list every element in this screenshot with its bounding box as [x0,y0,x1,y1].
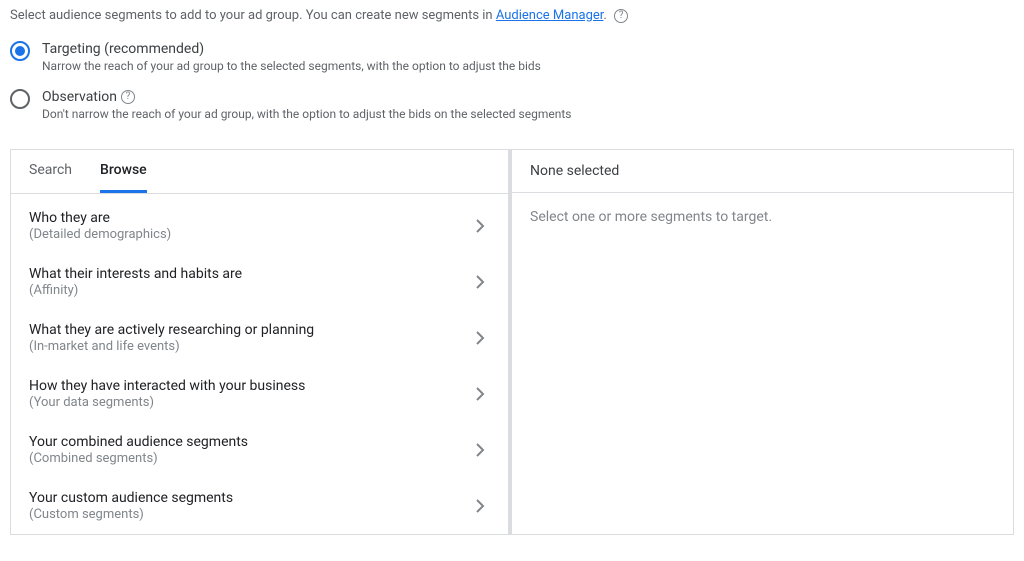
radio-observation-label: Observation [42,89,117,105]
category-item[interactable]: How they have interacted with your busin… [11,366,508,422]
category-subtitle: (Custom segments) [29,507,470,522]
selection-header: None selected [512,150,1013,193]
tabs: Search Browse [11,150,508,194]
help-icon[interactable]: ? [121,90,135,104]
chevron-right-icon [470,328,490,348]
category-item[interactable]: What their interests and habits are(Affi… [11,254,508,310]
radio-button-icon [10,41,30,61]
category-title: Who they are [29,210,470,226]
chevron-right-icon [470,384,490,404]
category-item[interactable]: Who they are(Detailed demographics) [11,198,508,254]
chevron-right-icon [470,216,490,236]
category-item[interactable]: Your custom audience segments(Custom seg… [11,478,508,534]
category-title: What their interests and habits are [29,266,470,282]
radio-button-icon [10,89,30,109]
radio-observation-description: Don't narrow the reach of your ad group,… [42,107,1014,121]
radio-observation[interactable]: Observation ? Don't narrow the reach of … [10,89,1014,121]
chevron-right-icon [470,440,490,460]
category-title: Your custom audience segments [29,490,470,506]
category-subtitle: (Detailed demographics) [29,227,470,242]
audience-manager-link[interactable]: Audience Manager [496,8,604,23]
radio-targeting[interactable]: Targeting (recommended) Narrow the reach… [10,41,1014,73]
category-item[interactable]: Your combined audience segments(Combined… [11,422,508,478]
help-icon[interactable]: ? [614,9,628,23]
segment-browser: Search Browse Who they are(Detailed demo… [11,150,512,534]
selection-body: Select one or more segments to target. [512,193,1013,241]
category-subtitle: (Affinity) [29,283,470,298]
selection-panel: None selected Select one or more segment… [512,150,1013,534]
radio-targeting-description: Narrow the reach of your ad group to the… [42,59,1014,73]
intro-text: Select audience segments to add to your … [0,0,1024,37]
category-title: How they have interacted with your busin… [29,378,470,394]
intro-suffix: . [603,8,606,23]
chevron-right-icon [470,272,490,292]
segment-panel: Search Browse Who they are(Detailed demo… [10,149,1014,535]
category-list: Who they are(Detailed demographics)What … [11,198,508,534]
tab-search[interactable]: Search [29,150,72,193]
category-subtitle: (In-market and life events) [29,339,470,354]
category-title: Your combined audience segments [29,434,470,450]
intro-prefix: Select audience segments to add to your … [10,8,496,23]
category-subtitle: (Combined segments) [29,451,470,466]
targeting-mode-radio-group: Targeting (recommended) Narrow the reach… [0,37,1024,149]
radio-targeting-label: Targeting (recommended) [42,41,204,57]
category-title: What they are actively researching or pl… [29,322,470,338]
chevron-right-icon [470,496,490,516]
tab-browse[interactable]: Browse [100,150,147,193]
category-item[interactable]: What they are actively researching or pl… [11,310,508,366]
category-subtitle: (Your data segments) [29,395,470,410]
